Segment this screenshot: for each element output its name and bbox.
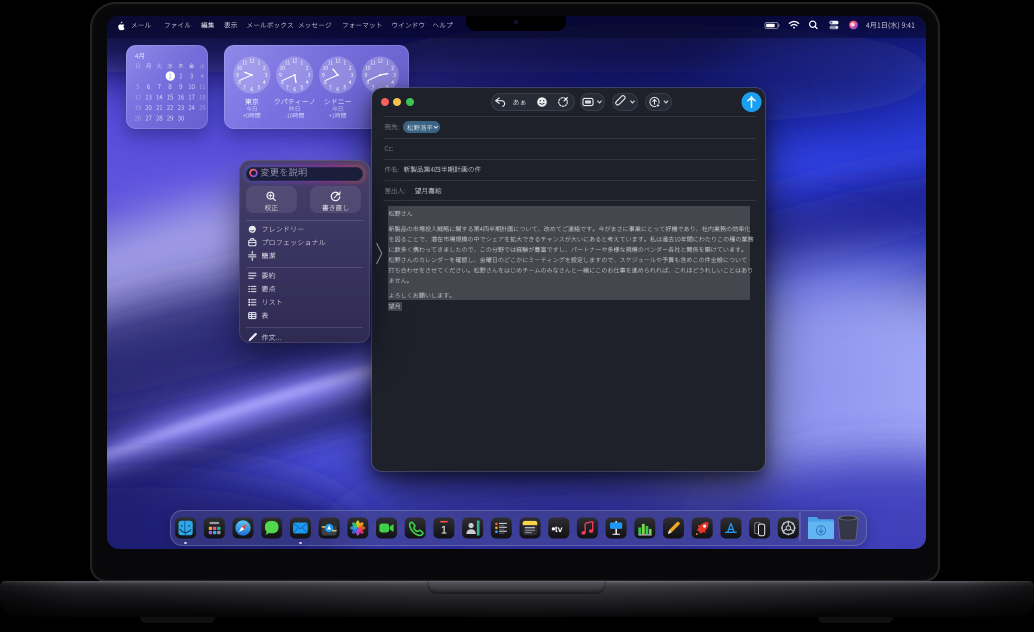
- svg-text:tv: tv: [555, 524, 563, 534]
- svg-text:1: 1: [441, 524, 447, 536]
